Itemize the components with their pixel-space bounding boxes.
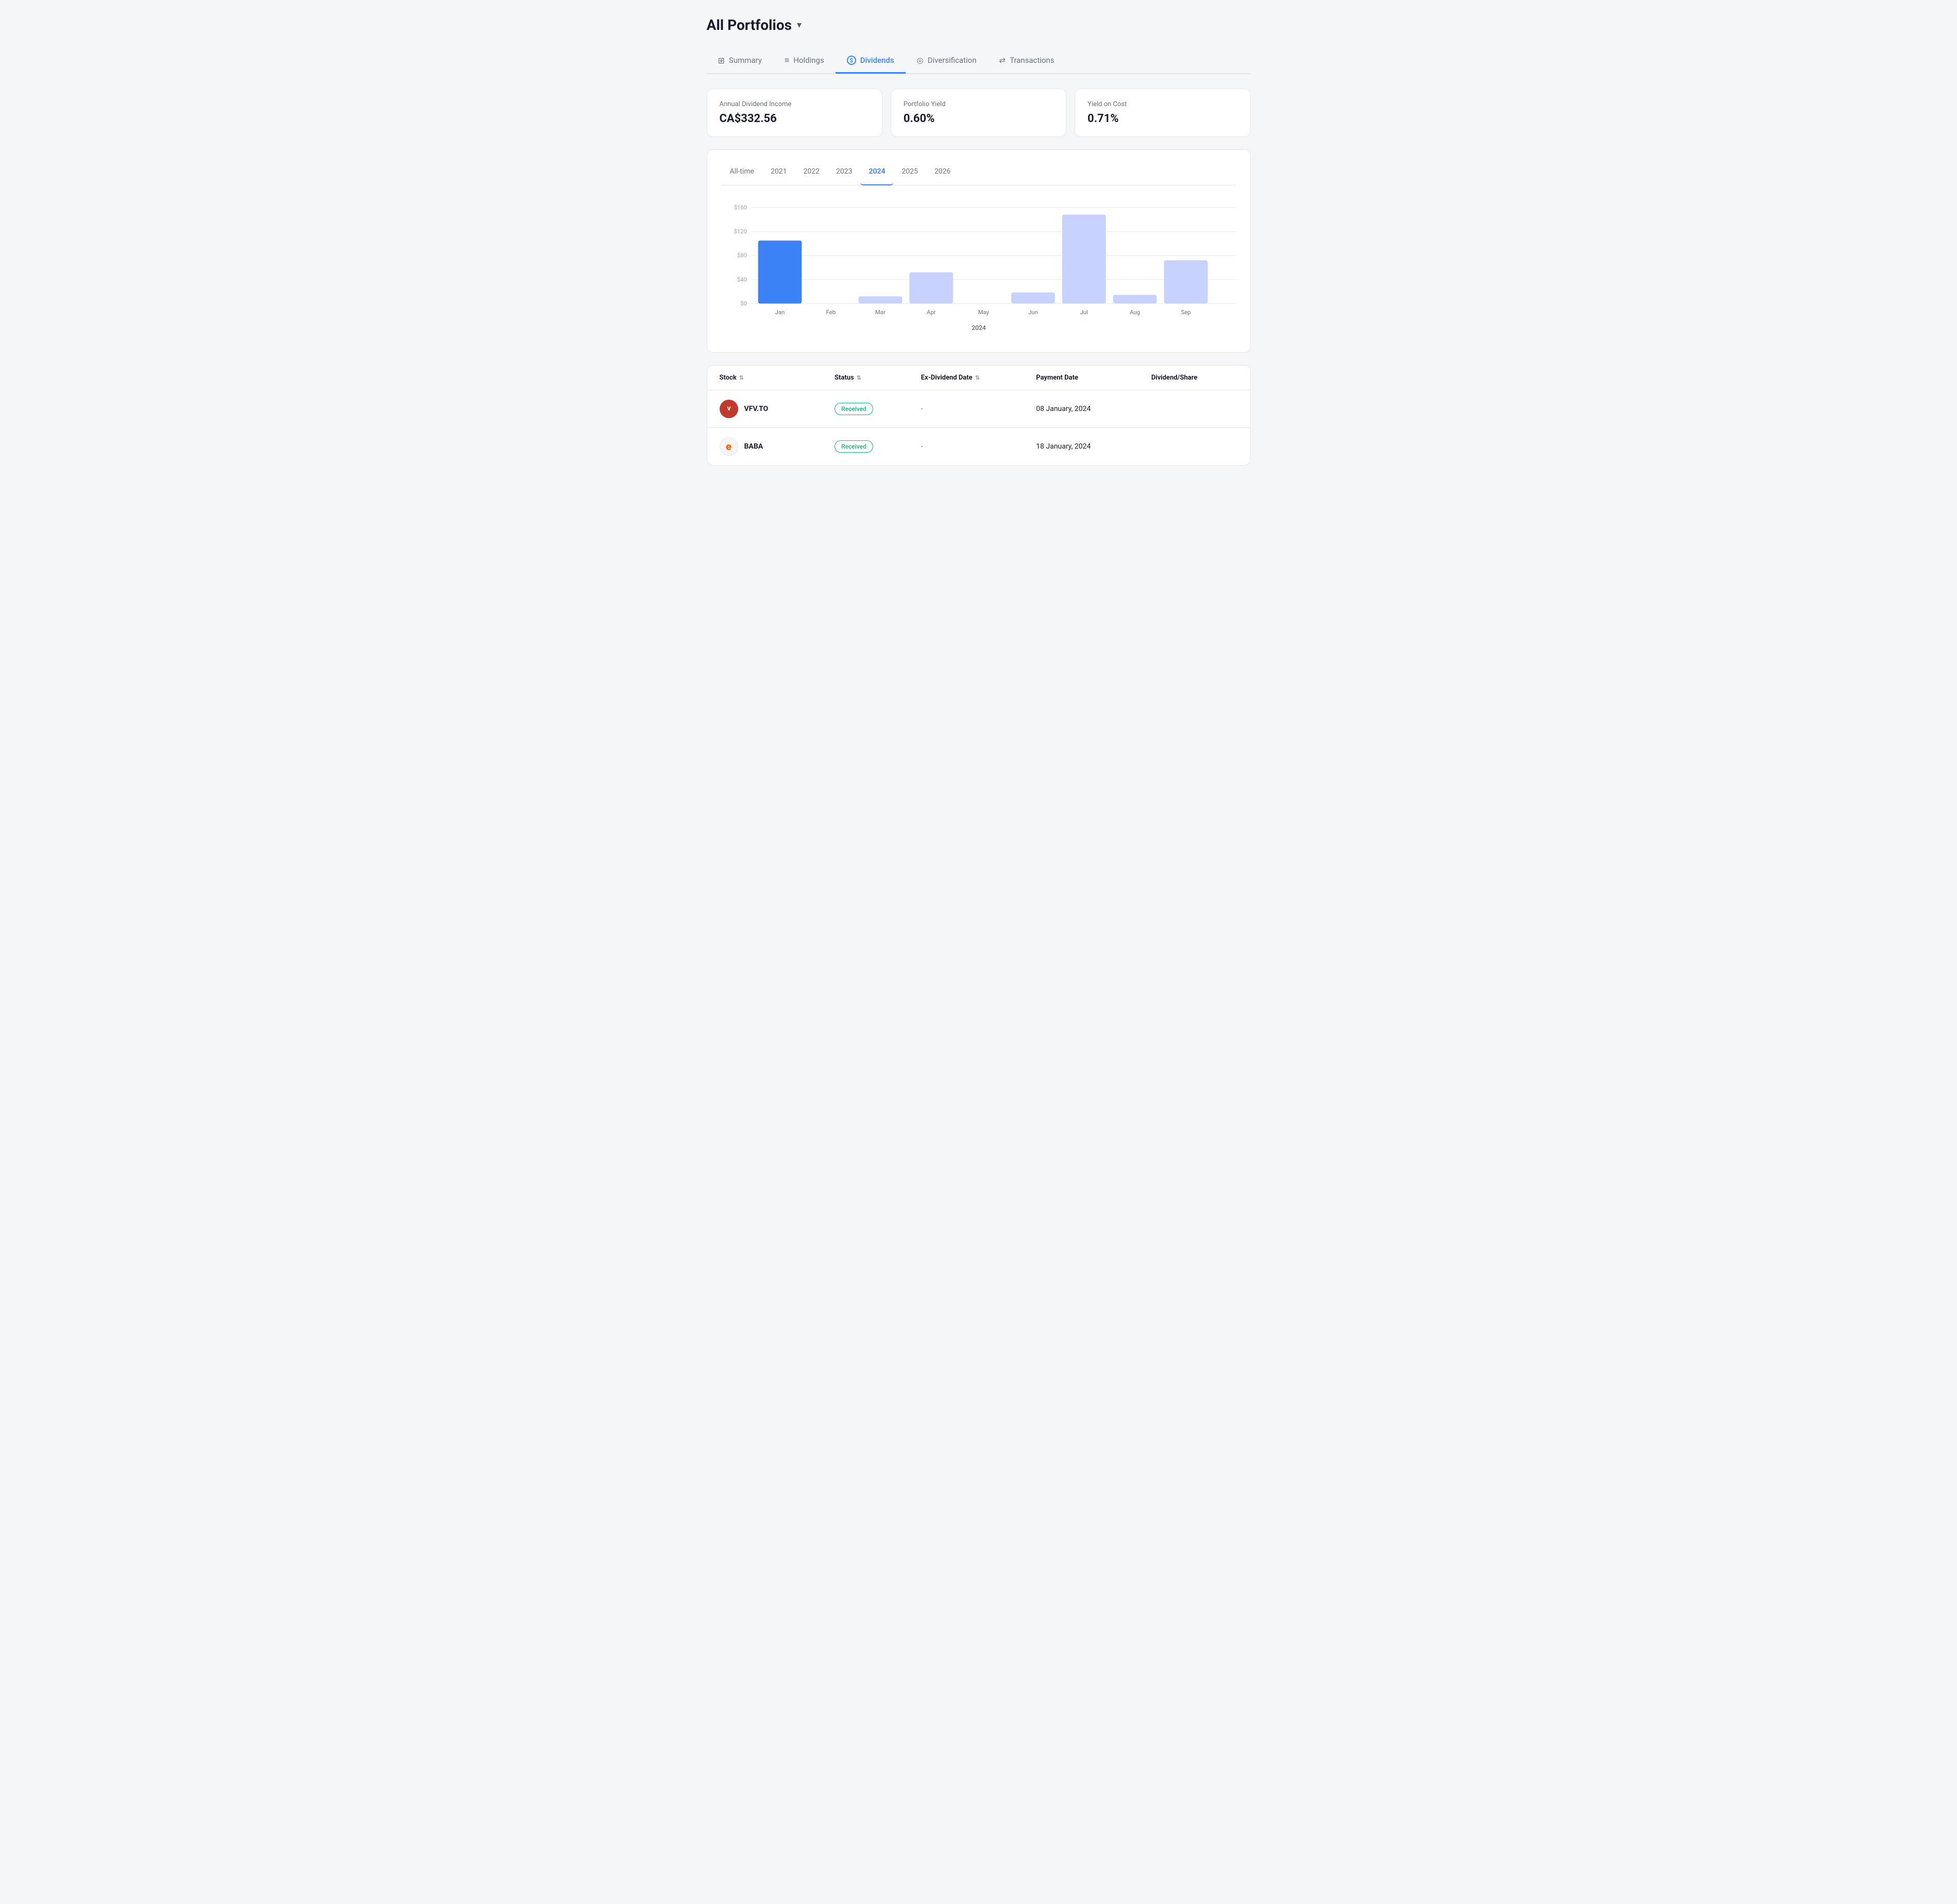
diversification-icon: ◎ xyxy=(917,56,924,65)
svg-text:Jan: Jan xyxy=(775,309,785,316)
stock-cell-baba: e BABA xyxy=(720,437,835,456)
chart-svg: $160 $120 $80 $40 $0 Jan Feb xyxy=(722,198,1236,342)
metric-cards: Annual Dividend Income CA$332.56 Portfol… xyxy=(707,89,1251,137)
svg-text:Sep: Sep xyxy=(1181,309,1190,316)
col-header-ex-dividend-date: Ex-Dividend Date ⇅ xyxy=(921,374,1036,382)
svg-text:May: May xyxy=(978,309,989,316)
tab-transactions-label: Transactions xyxy=(1010,56,1054,65)
status-cell-vfv: Received xyxy=(835,403,921,415)
portfolio-dropdown-icon[interactable]: ▾ xyxy=(797,20,802,30)
stock-cell-vfv: V VFV.TO xyxy=(720,400,835,418)
ex-div-date-baba: - xyxy=(921,442,1036,451)
year-tab-alltime[interactable]: All-time xyxy=(722,164,763,179)
payment-date-baba: 18 January, 2024 xyxy=(1036,442,1151,451)
ticker-vfv: VFV.TO xyxy=(744,405,769,413)
svg-text:Aug: Aug xyxy=(1130,309,1140,316)
metric-portfolio-yield: Portfolio Yield 0.60% xyxy=(891,89,1066,137)
dividend-table: Stock ⇅ Status ⇅ Ex-Dividend Date ⇅ Paym… xyxy=(707,365,1251,466)
col-payment-label: Payment Date xyxy=(1036,374,1078,382)
ticker-baba: BABA xyxy=(744,442,763,451)
avatar-baba: e xyxy=(720,437,738,456)
col-stock-label: Stock xyxy=(720,374,737,382)
annual-income-label: Annual Dividend Income xyxy=(720,100,870,108)
year-tab-2023[interactable]: 2023 xyxy=(828,164,860,179)
annual-income-value: CA$332.56 xyxy=(720,112,870,125)
holdings-icon: ≡ xyxy=(785,55,789,65)
payment-date-vfv: 08 January, 2024 xyxy=(1036,405,1151,413)
nav-tabs: ⊞ Summary ≡ Holdings $ Dividends ◎ Diver… xyxy=(707,48,1251,74)
table-header-row: Stock ⇅ Status ⇅ Ex-Dividend Date ⇅ Paym… xyxy=(707,366,1250,390)
year-tabs: All-time 2021 2022 2023 2024 2025 2026 xyxy=(722,164,1236,185)
year-tab-2026[interactable]: 2026 xyxy=(926,164,959,179)
year-tab-2025[interactable]: 2025 xyxy=(893,164,926,179)
sort-status-icon[interactable]: ⇅ xyxy=(857,374,861,381)
portfolio-yield-value: 0.60% xyxy=(904,112,1053,125)
svg-text:$40: $40 xyxy=(737,276,746,283)
metric-yield-on-cost: Yield on Cost 0.71% xyxy=(1075,89,1250,137)
metric-annual-income: Annual Dividend Income CA$332.56 xyxy=(707,89,882,137)
status-badge-baba: Received xyxy=(835,440,873,453)
table-row: V VFV.TO Received - 08 January, 2024 xyxy=(707,390,1250,428)
transactions-icon: ⇄ xyxy=(999,56,1006,65)
svg-text:Apr: Apr xyxy=(926,309,935,316)
tab-dividends-label: Dividends xyxy=(860,56,894,65)
svg-text:Jul: Jul xyxy=(1080,309,1087,316)
col-status-label: Status xyxy=(835,374,854,382)
tab-summary-label: Summary xyxy=(729,56,762,65)
chart-area: $160 $120 $80 $40 $0 Jan Feb xyxy=(722,198,1236,342)
chart-section: All-time 2021 2022 2023 2024 2025 2026 $… xyxy=(707,149,1251,353)
col-header-status: Status ⇅ xyxy=(835,374,921,382)
avatar-vfv: V xyxy=(720,400,738,418)
year-tab-2021[interactable]: 2021 xyxy=(762,164,795,179)
tab-dividends[interactable]: $ Dividends xyxy=(836,48,906,74)
svg-text:Feb: Feb xyxy=(826,309,835,316)
dividends-icon: $ xyxy=(847,56,856,65)
col-header-payment-date: Payment Date xyxy=(1036,374,1151,382)
status-cell-baba: Received xyxy=(835,440,921,453)
svg-text:Mar: Mar xyxy=(875,309,885,316)
yield-on-cost-label: Yield on Cost xyxy=(1087,100,1237,108)
sort-ex-div-icon[interactable]: ⇅ xyxy=(975,374,980,381)
table-row: e BABA Received - 18 January, 2024 xyxy=(707,428,1250,465)
col-header-stock: Stock ⇅ xyxy=(720,374,835,382)
portfolio-yield-label: Portfolio Yield xyxy=(904,100,1053,108)
tab-diversification-label: Diversification xyxy=(928,56,977,65)
tab-diversification[interactable]: ◎ Diversification xyxy=(906,48,988,74)
status-badge-vfv: Received xyxy=(835,403,873,415)
col-ex-div-label: Ex-Dividend Date xyxy=(921,374,973,382)
svg-text:$160: $160 xyxy=(734,204,746,211)
year-tab-2022[interactable]: 2022 xyxy=(795,164,827,179)
tab-holdings-label: Holdings xyxy=(793,56,824,65)
col-header-dividend: Dividend/Share xyxy=(1151,374,1238,382)
page-header: All Portfolios ▾ xyxy=(707,16,1251,33)
year-tab-2024[interactable]: 2024 xyxy=(860,164,893,185)
svg-text:2024: 2024 xyxy=(972,324,986,332)
sort-stock-icon[interactable]: ⇅ xyxy=(739,374,744,381)
yield-on-cost-value: 0.71% xyxy=(1087,112,1237,125)
summary-icon: ⊞ xyxy=(718,56,725,65)
svg-text:Jun: Jun xyxy=(1028,309,1038,316)
ex-div-date-vfv: - xyxy=(921,405,1036,413)
svg-text:$0: $0 xyxy=(740,300,747,307)
page-title: All Portfolios xyxy=(707,16,792,33)
tab-summary[interactable]: ⊞ Summary xyxy=(707,48,773,74)
svg-text:$80: $80 xyxy=(737,252,746,259)
svg-text:$120: $120 xyxy=(734,228,746,235)
tab-transactions[interactable]: ⇄ Transactions xyxy=(988,48,1065,74)
tab-holdings[interactable]: ≡ Holdings xyxy=(773,48,836,74)
col-dividend-label: Dividend/Share xyxy=(1151,374,1198,382)
